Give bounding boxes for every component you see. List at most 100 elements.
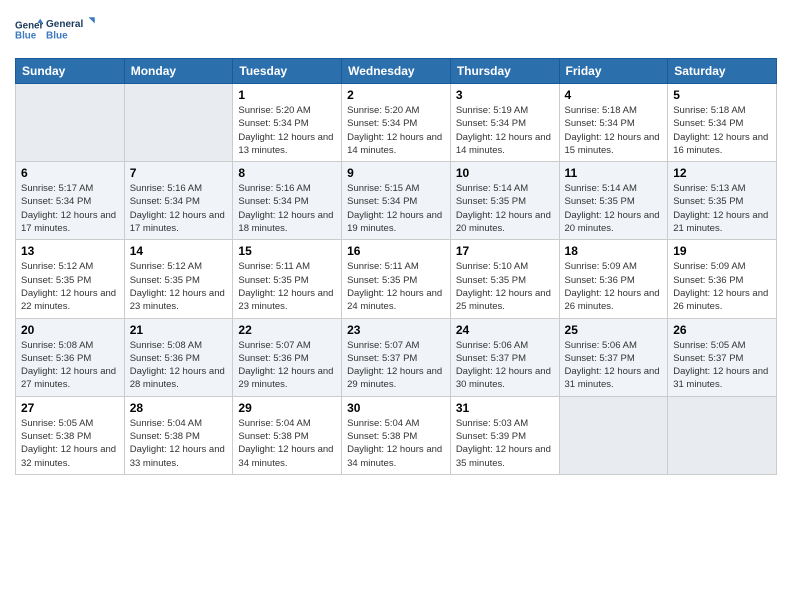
day-number: 29 [238,401,336,415]
calendar-cell: 26 Sunrise: 5:05 AM Sunset: 5:37 PM Dayli… [668,318,777,396]
calendar-cell: 2 Sunrise: 5:20 AM Sunset: 5:34 PM Daylig… [342,84,451,162]
day-number: 21 [130,323,228,337]
calendar-cell: 9Sunrise: 5:15 AM Sunset: 5:34 PM Daylig… [342,162,451,240]
day-info: Sunrise: 5:14 AM Sunset: 5:35 PM Dayligh… [456,182,554,235]
svg-text:Blue: Blue [15,30,37,41]
day-info: Sunrise: 5:04 AM Sunset: 5:38 PM Dayligh… [347,417,445,470]
calendar-cell: 23 Sunrise: 5:07 AM Sunset: 5:37 PM Dayli… [342,318,451,396]
calendar-cell: 1Sunrise: 5:20 AM Sunset: 5:34 PM Daylig… [233,84,342,162]
day-info: Sunrise: 5:14 AM Sunset: 5:35 PM Dayligh… [565,182,663,235]
calendar-cell: 8 Sunrise: 5:16 AM Sunset: 5:34 PM Daylig… [233,162,342,240]
day-info: Sunrise: 5:11 AM Sunset: 5:35 PM Dayligh… [347,260,445,313]
day-number: 17 [456,244,554,258]
calendar-cell: 10 Sunrise: 5:14 AM Sunset: 5:35 PM Dayli… [450,162,559,240]
calendar-cell: 20 Sunrise: 5:08 AM Sunset: 5:36 PM Dayli… [16,318,125,396]
calendar-cell: 29Sunrise: 5:04 AM Sunset: 5:38 PM Dayli… [233,396,342,474]
calendar-cell: 21 Sunrise: 5:08 AM Sunset: 5:36 PM Dayli… [124,318,233,396]
calendar-cell: 30 Sunrise: 5:04 AM Sunset: 5:38 PM Dayli… [342,396,451,474]
logo: General Blue General Blue [15,10,96,50]
day-info: Sunrise: 5:09 AM Sunset: 5:36 PM Dayligh… [673,260,771,313]
weekday-header-friday: Friday [559,59,668,84]
calendar-container: General Blue General Blue Sunda [0,0,792,485]
calendar-cell: 19 Sunrise: 5:09 AM Sunset: 5:36 PM Dayli… [668,240,777,318]
day-number: 6 [21,166,119,180]
day-info: Sunrise: 5:16 AM Sunset: 5:34 PM Dayligh… [238,182,336,235]
calendar-cell: 27 Sunrise: 5:05 AM Sunset: 5:38 PM Dayli… [16,396,125,474]
calendar-cell [559,396,668,474]
day-info: Sunrise: 5:16 AM Sunset: 5:34 PM Dayligh… [130,182,228,235]
generalblue-logo-svg: General Blue [46,10,96,50]
calendar-table: SundayMondayTuesdayWednesdayThursdayFrid… [15,58,777,475]
day-number: 14 [130,244,228,258]
calendar-cell: 12Sunrise: 5:13 AM Sunset: 5:35 PM Dayli… [668,162,777,240]
day-info: Sunrise: 5:03 AM Sunset: 5:39 PM Dayligh… [456,417,554,470]
calendar-cell: 15 Sunrise: 5:11 AM Sunset: 5:35 PM Dayli… [233,240,342,318]
day-number: 18 [565,244,663,258]
calendar-cell: 5Sunrise: 5:18 AM Sunset: 5:34 PM Daylig… [668,84,777,162]
week-row-1: 1 Sunrise: 5:20 AM Sunset: 5:34 PM Daylig… [16,84,777,162]
day-number: 12 [673,166,771,180]
week-row-3: 13 Sunrise: 5:12 AM Sunset: 5:35 PM Dayli… [16,240,777,318]
day-info: Sunrise: 5:18 AM Sunset: 5:34 PM Dayligh… [565,104,663,157]
calendar-cell: 16 Sunrise: 5:11 AM Sunset: 5:35 PM Dayli… [342,240,451,318]
day-number: 7 [130,166,228,180]
day-info: Sunrise: 5:20 AM Sunset: 5:34 PM Dayligh… [347,104,445,157]
week-row-5: 27 Sunrise: 5:05 AM Sunset: 5:38 PM Dayli… [16,396,777,474]
day-number: 26 [673,323,771,337]
calendar-cell: 22Sunrise: 5:07 AM Sunset: 5:36 PM Dayli… [233,318,342,396]
calendar-cell: 3 Sunrise: 5:19 AM Sunset: 5:34 PM Daylig… [450,84,559,162]
calendar-cell: 25 Sunrise: 5:06 AM Sunset: 5:37 PM Dayli… [559,318,668,396]
calendar-header: General Blue General Blue [15,10,777,50]
day-number: 8 [238,166,336,180]
day-number: 25 [565,323,663,337]
day-info: Sunrise: 5:06 AM Sunset: 5:37 PM Dayligh… [456,339,554,392]
day-info: Sunrise: 5:06 AM Sunset: 5:37 PM Dayligh… [565,339,663,392]
calendar-cell [668,396,777,474]
week-row-2: 6 Sunrise: 5:17 AM Sunset: 5:34 PM Daylig… [16,162,777,240]
day-number: 1 [238,88,336,102]
day-number: 9 [347,166,445,180]
weekday-header-tuesday: Tuesday [233,59,342,84]
calendar-cell: 6 Sunrise: 5:17 AM Sunset: 5:34 PM Daylig… [16,162,125,240]
day-info: Sunrise: 5:04 AM Sunset: 5:38 PM Dayligh… [130,417,228,470]
svg-text:General: General [46,19,83,30]
calendar-cell: 28 Sunrise: 5:04 AM Sunset: 5:38 PM Dayli… [124,396,233,474]
day-number: 16 [347,244,445,258]
calendar-cell [124,84,233,162]
day-number: 15 [238,244,336,258]
calendar-cell: 17 Sunrise: 5:10 AM Sunset: 5:35 PM Dayli… [450,240,559,318]
day-number: 10 [456,166,554,180]
calendar-cell: 18Sunrise: 5:09 AM Sunset: 5:36 PM Dayli… [559,240,668,318]
day-number: 13 [21,244,119,258]
day-info: Sunrise: 5:08 AM Sunset: 5:36 PM Dayligh… [21,339,119,392]
day-info: Sunrise: 5:08 AM Sunset: 5:36 PM Dayligh… [130,339,228,392]
day-number: 31 [456,401,554,415]
day-number: 30 [347,401,445,415]
calendar-cell: 11 Sunrise: 5:14 AM Sunset: 5:35 PM Dayli… [559,162,668,240]
day-number: 11 [565,166,663,180]
day-number: 28 [130,401,228,415]
weekday-header-wednesday: Wednesday [342,59,451,84]
day-info: Sunrise: 5:05 AM Sunset: 5:38 PM Dayligh… [21,417,119,470]
day-number: 27 [21,401,119,415]
weekday-header-saturday: Saturday [668,59,777,84]
day-number: 2 [347,88,445,102]
day-info: Sunrise: 5:05 AM Sunset: 5:37 PM Dayligh… [673,339,771,392]
day-info: Sunrise: 5:19 AM Sunset: 5:34 PM Dayligh… [456,104,554,157]
day-number: 23 [347,323,445,337]
weekday-header-sunday: Sunday [16,59,125,84]
day-number: 20 [21,323,119,337]
svg-text:Blue: Blue [46,30,68,41]
calendar-cell: 13 Sunrise: 5:12 AM Sunset: 5:35 PM Dayli… [16,240,125,318]
day-number: 19 [673,244,771,258]
day-info: Sunrise: 5:11 AM Sunset: 5:35 PM Dayligh… [238,260,336,313]
day-number: 3 [456,88,554,102]
day-number: 24 [456,323,554,337]
calendar-cell [16,84,125,162]
day-info: Sunrise: 5:07 AM Sunset: 5:37 PM Dayligh… [347,339,445,392]
week-row-4: 20 Sunrise: 5:08 AM Sunset: 5:36 PM Dayli… [16,318,777,396]
day-info: Sunrise: 5:17 AM Sunset: 5:34 PM Dayligh… [21,182,119,235]
day-info: Sunrise: 5:12 AM Sunset: 5:35 PM Dayligh… [21,260,119,313]
calendar-cell: 14Sunrise: 5:12 AM Sunset: 5:35 PM Dayli… [124,240,233,318]
day-info: Sunrise: 5:10 AM Sunset: 5:35 PM Dayligh… [456,260,554,313]
